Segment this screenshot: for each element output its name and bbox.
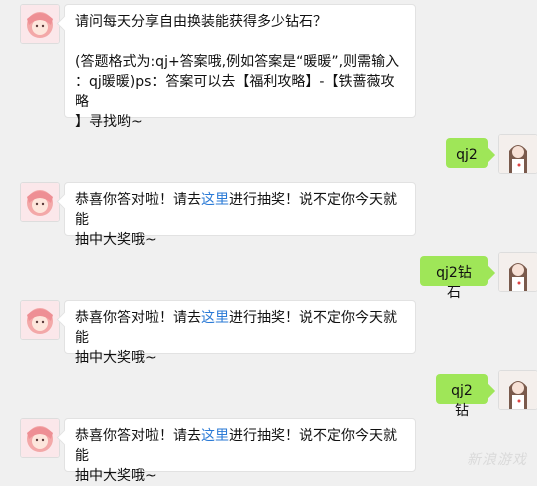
message-text: ：qj暖暖)ps：答案可以去【福利攻略】-【铁蔷薇攻略 [75, 74, 395, 110]
message-text: 恭喜你答对啦！请去 [75, 310, 201, 326]
user-avatar[interactable] [498, 252, 537, 292]
message-text: (答题格式为:qj+答案哦,例如答案是“暖暖”,则需输入 [75, 54, 400, 70]
message-bubble-reward: 恭喜你答对啦！请去这里进行抽奖！说不定你今天就能 抽中大奖哦~ [64, 182, 416, 248]
lottery-link[interactable]: 这里 [201, 192, 229, 208]
message-text: 抽中大奖哦~ [75, 232, 157, 248]
bot-avatar[interactable] [20, 418, 60, 458]
message-text: 】寻找哟~ [75, 114, 143, 130]
lottery-link[interactable]: 这里 [201, 310, 229, 326]
user-reply-bubble: qj2 [446, 138, 488, 168]
bot-avatar[interactable] [20, 4, 60, 44]
reply-text: qj2钻 [451, 383, 473, 419]
user-girl-avatar-icon [499, 253, 537, 291]
user-avatar[interactable] [498, 134, 537, 174]
message-text: 抽中大奖哦~ [75, 350, 157, 366]
watermark: 新浪游戏 [467, 452, 527, 468]
user-girl-avatar-icon [499, 371, 537, 409]
message-text: 恭喜你答对啦！请去 [75, 428, 201, 444]
message-bubble-reward: 恭喜你答对啦！请去这里进行抽奖！说不定你今天就能 抽中大奖哦~ [64, 418, 416, 484]
message-bubble-question: 请问每天分享自由换装能获得多少钻石？ (答题格式为:qj+答案哦,例如答案是“暖… [64, 4, 416, 130]
user-girl-avatar-icon [499, 135, 537, 173]
anime-girl-avatar-icon [21, 419, 59, 457]
message-text: 恭喜你答对啦！请去 [75, 192, 201, 208]
message-bubble-reward: 恭喜你答对啦！请去这里进行抽奖！说不定你今天就能 抽中大奖哦~ [64, 300, 416, 366]
bot-avatar[interactable] [20, 182, 60, 222]
reply-text: qj2钻石 [436, 265, 472, 301]
user-reply-bubble: qj2钻石 [420, 256, 488, 301]
bot-avatar[interactable] [20, 300, 60, 340]
user-reply-bubble: qj2钻 [436, 374, 488, 419]
message-text: 请问每天分享自由换装能获得多少钻石？ [75, 14, 327, 30]
chat-window: 请问每天分享自由换装能获得多少钻石？ (答题格式为:qj+答案哦,例如答案是“暖… [0, 0, 537, 484]
reply-text: qj2 [456, 147, 478, 163]
lottery-link[interactable]: 这里 [201, 428, 229, 444]
user-avatar[interactable] [498, 370, 537, 410]
anime-girl-avatar-icon [21, 5, 59, 43]
anime-girl-avatar-icon [21, 301, 59, 339]
message-text: 抽中大奖哦~ [75, 468, 157, 484]
anime-girl-avatar-icon [21, 183, 59, 221]
